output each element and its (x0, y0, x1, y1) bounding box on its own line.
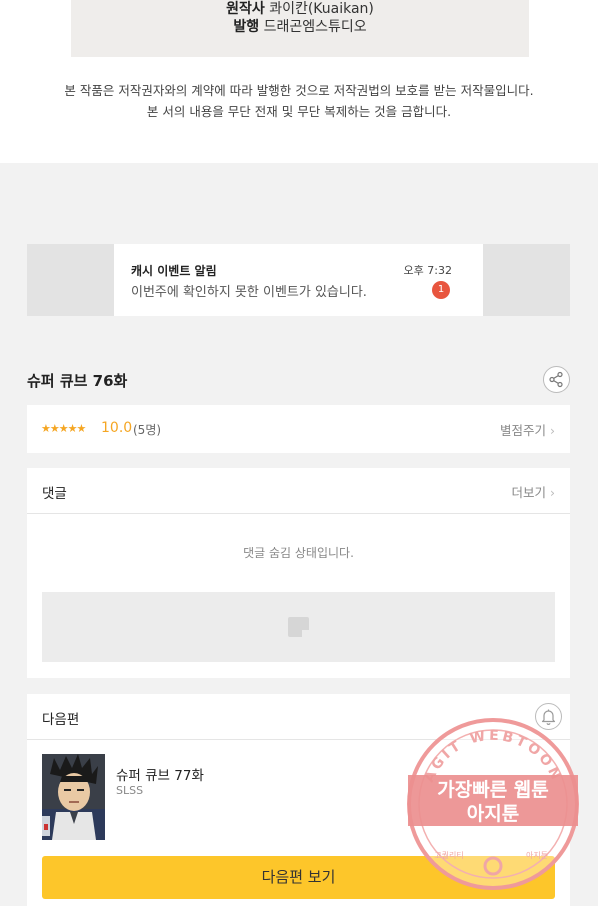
copyright-notice-line-1: 본 작품은 저작권자와의 계약에 따라 발행한 것으로 저작권법의 보호를 받는… (64, 83, 534, 98)
rating-score: 10.0 (101, 420, 133, 436)
rating-stars: ★★★★★ (41, 422, 86, 435)
chevron-right-icon: › (550, 423, 555, 438)
next-episode-section-title: 다음편 (42, 712, 80, 728)
comments-more-label: 더보기 (511, 485, 547, 500)
rating-card: ★★★★★ 10.0 (5명) 별점주기 › (27, 405, 570, 453)
thumbnail-illustration (42, 754, 105, 840)
rate-link-label: 별점주기 (500, 423, 547, 438)
comments-card: 댓글 더보기 › 댓글 숨김 상태입니다. (27, 468, 570, 678)
ad-placeholder[interactable] (42, 592, 555, 662)
original-author-label: 원작사 (226, 1, 265, 17)
comments-more-link[interactable]: 더보기 › (512, 482, 556, 501)
bell-icon (541, 709, 556, 725)
next-episode-button[interactable]: 다음편 보기 (42, 856, 555, 899)
publisher-line: 발행 드래곤엠스튜디오 (71, 16, 529, 36)
next-episode-author: SLSS (116, 784, 144, 797)
push-title: 캐시 이벤트 알림 (131, 264, 217, 278)
rate-link[interactable]: 별점주기 › (500, 420, 555, 439)
publisher-value: 드래곤엠스튜디오 (263, 19, 367, 35)
original-author-value: 콰이칸(Kuaikan) (269, 1, 374, 17)
next-episode-name[interactable]: 슈퍼 큐브 77화 (116, 764, 204, 784)
chevron-right-icon: › (550, 485, 555, 500)
share-icon (549, 371, 563, 388)
unread-badge: 1 (432, 281, 450, 299)
comments-hidden-message: 댓글 숨김 상태입니다. (243, 546, 354, 560)
comments-header: 댓글 더보기 › (27, 468, 570, 514)
next-episode-thumbnail[interactable] (42, 754, 105, 840)
next-episode-header: 다음편 (27, 694, 570, 740)
share-button[interactable] (543, 366, 570, 393)
push-banner-area: 캐시 이벤트 알림 이번주에 확인하지 못한 이벤트가 있습니다. 오후 7:3… (27, 244, 570, 316)
publisher-label: 발행 (233, 19, 260, 35)
copyright-notice-line-2: 본 서의 내용을 무단 전재 및 무단 복제하는 것을 금합니다. (146, 104, 452, 119)
push-body: 이번주에 확인하지 못한 이벤트가 있습니다. (131, 285, 367, 300)
push-time: 오후 7:32 (403, 264, 452, 277)
credit-box: 원작사 콰이칸(Kuaikan) 발행 드래곤엠스튜디오 (71, 0, 529, 57)
push-notification-card[interactable]: 캐시 이벤트 알림 이번주에 확인하지 못한 이벤트가 있습니다. 오후 7:3… (114, 244, 483, 316)
credits-section: 원작사 콰이칸(Kuaikan) 발행 드래곤엠스튜디오 본 작품은 저작권자와… (0, 0, 598, 163)
next-episode-card: 다음편 슈퍼 큐브 77화 SLSS 다음편 보기 (27, 694, 570, 906)
episode-title: 슈퍼 큐브 76화 (27, 372, 128, 390)
rating-count: (5명) (133, 423, 162, 437)
notify-button[interactable] (535, 703, 562, 730)
image-placeholder-icon (288, 617, 309, 637)
comments-title: 댓글 (42, 486, 67, 502)
